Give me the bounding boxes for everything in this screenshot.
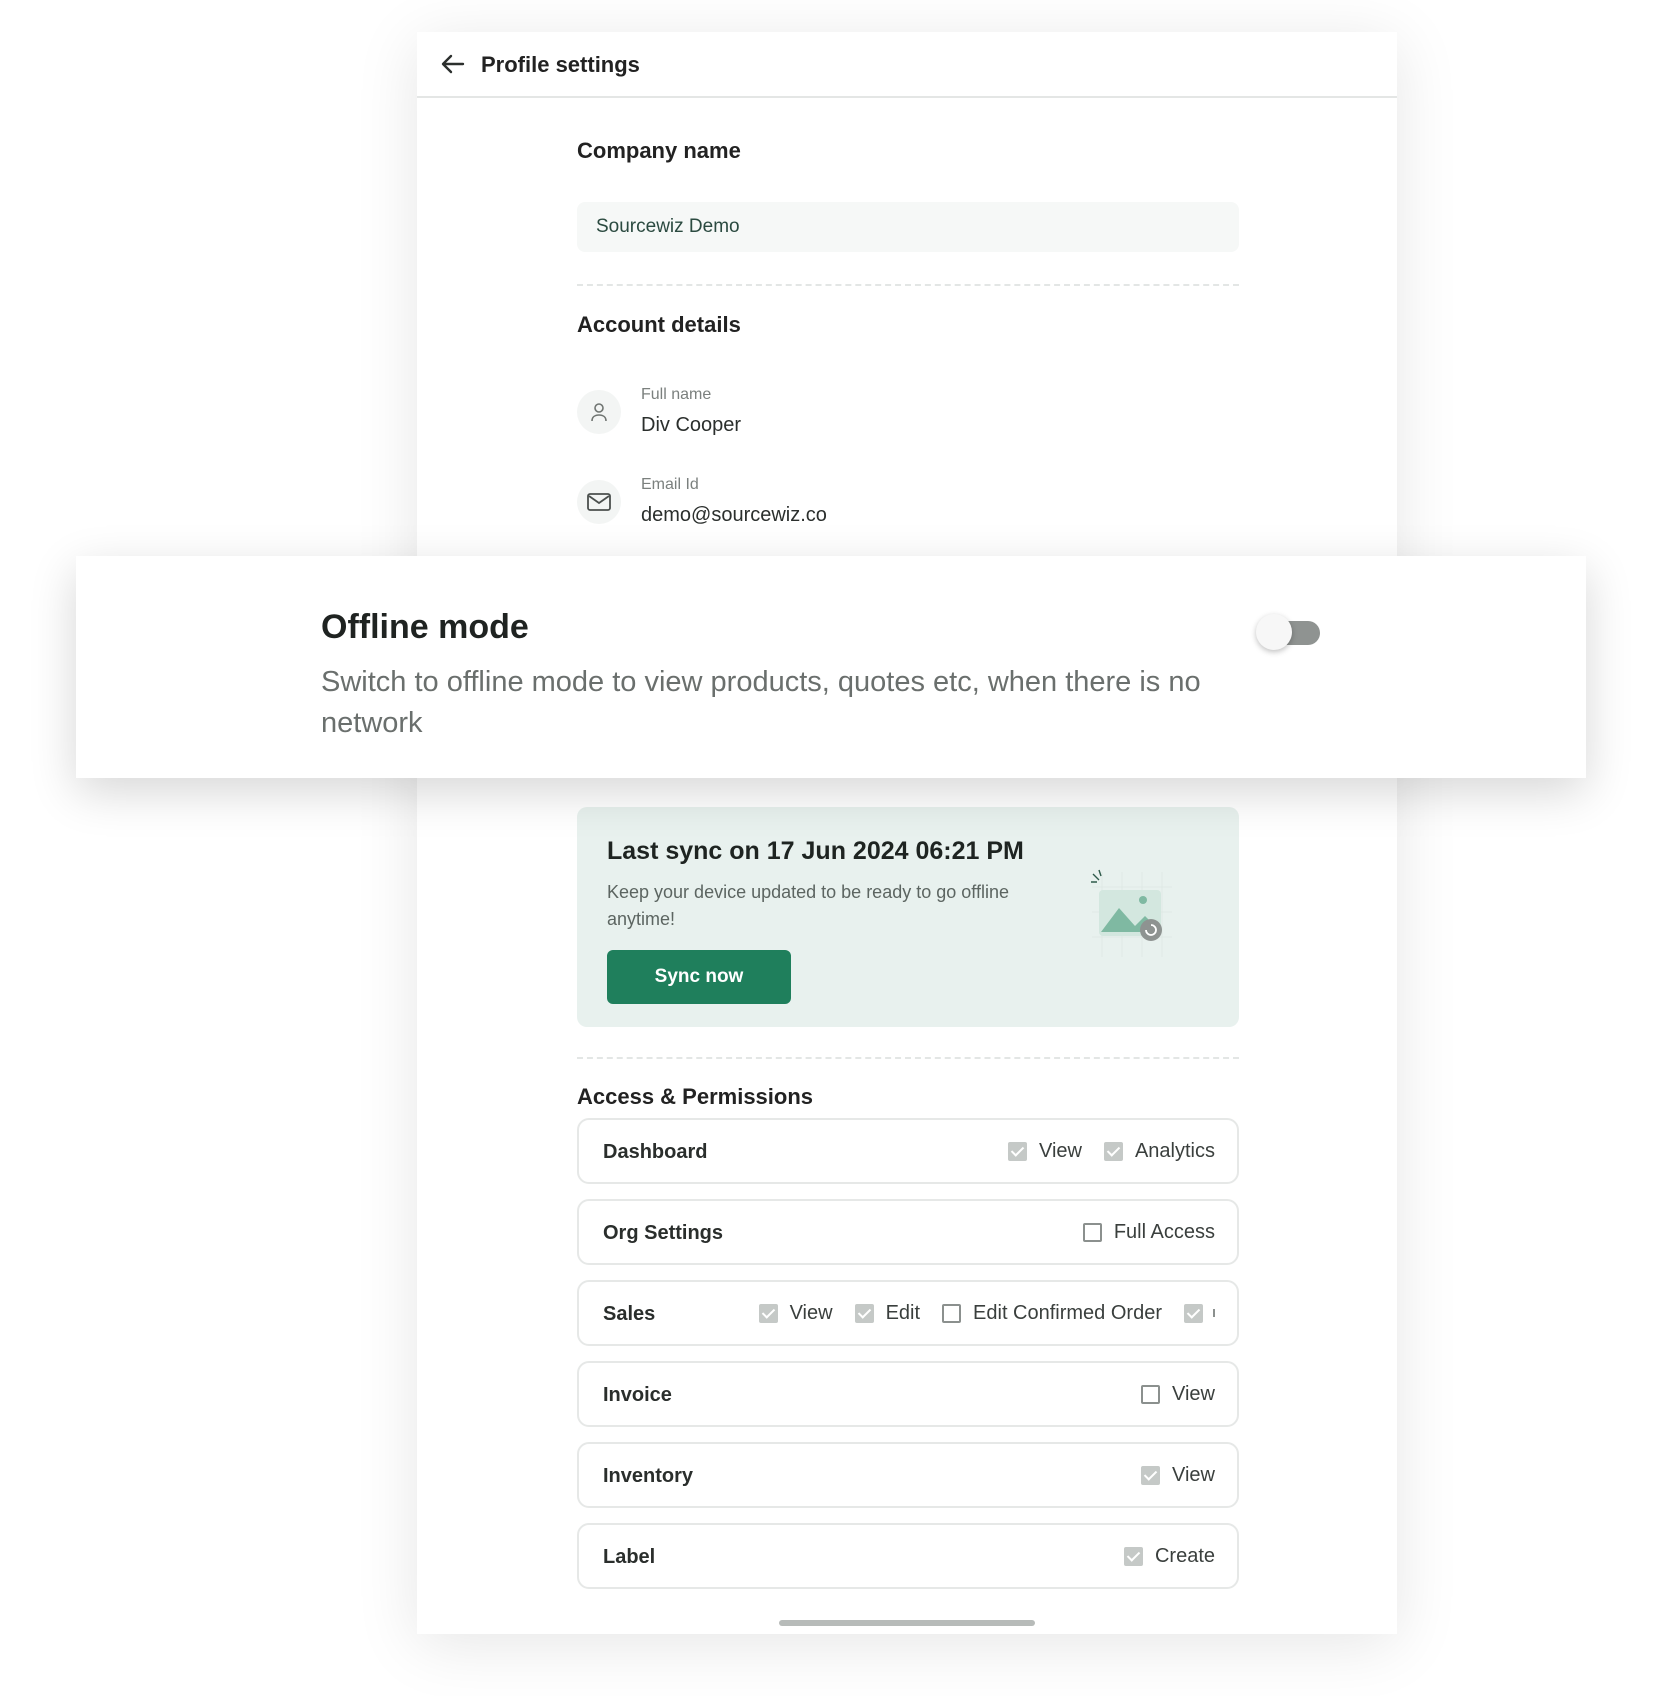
checkbox-checked-icon[interactable] [1103, 1141, 1123, 1161]
option-label: Analytics [1134, 1139, 1215, 1162]
permission-name: Invoice [603, 1384, 672, 1406]
permission-option[interactable]: Edit [854, 1301, 921, 1325]
permission-row-label: Label Create [577, 1523, 1239, 1589]
permission-option[interactable]: Edit Confirmed Order [942, 1302, 1162, 1325]
permission-option[interactable]: View [758, 1301, 833, 1325]
option-label: View [1038, 1139, 1082, 1162]
option-label: View [1172, 1463, 1215, 1486]
email-row: Email Id demo@sourcewiz.co [577, 476, 1177, 536]
user-icon [577, 390, 621, 434]
checkbox-checked-icon[interactable] [1123, 1546, 1143, 1566]
checkbox-checked-icon[interactable] [1141, 1465, 1160, 1485]
checkbox-checked-icon[interactable] [1184, 1303, 1203, 1323]
permission-option[interactable]: View [1141, 1383, 1215, 1406]
option-label: View [1172, 1382, 1215, 1405]
mail-icon [577, 480, 621, 524]
checkbox-unchecked-icon[interactable] [1141, 1384, 1160, 1404]
divider [577, 1057, 1239, 1059]
sync-card: Last sync on 17 Jun 2024 06:21 PM Keep y… [577, 807, 1239, 1027]
permission-option[interactable]: Analytics [1103, 1139, 1215, 1163]
account-section-title: Account details [577, 312, 741, 337]
offline-mode-description: Switch to offline mode to view products,… [321, 666, 1201, 739]
toggle-knob[interactable] [1256, 614, 1292, 650]
permissions-section-title: Access & Permissions [577, 1084, 814, 1109]
permission-name: Sales [603, 1303, 656, 1325]
full-name-label: Full name [641, 386, 712, 403]
checkbox-unchecked-icon[interactable] [942, 1303, 962, 1323]
permission-name: Dashboard [603, 1141, 708, 1163]
option-label: Edit Confirmed Order [973, 1301, 1162, 1324]
checkbox-checked-icon[interactable] [758, 1303, 778, 1323]
offline-mode-toggle[interactable] [1256, 614, 1322, 650]
checkbox-checked-icon[interactable] [854, 1303, 874, 1323]
sync-now-button[interactable]: Sync now [607, 950, 791, 1004]
permission-option[interactable]: Create [1123, 1544, 1215, 1568]
permission-row-org-settings: Org Settings Full Access [577, 1199, 1239, 1265]
page-title: Profile settings [481, 52, 640, 77]
full-name-row: Full name Div Cooper [577, 386, 1177, 446]
permission-option[interactable]: Full Access [1082, 1220, 1215, 1244]
top-bar: Profile settings [417, 32, 1397, 98]
email-label: Email Id [641, 476, 699, 493]
option-label: Full Access [1113, 1220, 1215, 1243]
offline-mode-title: Offline mode [321, 608, 529, 646]
arrow-left-icon[interactable] [437, 48, 469, 80]
home-indicator [779, 1620, 1035, 1626]
email-value: demo@sourcewiz.co [641, 504, 827, 526]
profile-settings-card: Profile settings Company name Account de… [417, 32, 1397, 1634]
option-label: View [789, 1301, 833, 1324]
checkbox-checked-icon[interactable] [1007, 1141, 1027, 1161]
last-sync-title: Last sync on 17 Jun 2024 06:21 PM [607, 837, 1024, 865]
sync-subtitle: Keep your device updated to be ready to … [607, 882, 1009, 929]
full-name-value: Div Cooper [641, 414, 742, 436]
option-label: Edit [885, 1301, 921, 1324]
permission-option[interactable]: View [1007, 1139, 1082, 1163]
permission-row-sales: Sales View Edit Edit Confirmed Order [577, 1280, 1239, 1346]
offline-mode-panel: Offline mode Switch to offline mode to v… [76, 556, 1586, 778]
company-section-title: Company name [577, 138, 741, 163]
permission-option-truncated[interactable] [1184, 1303, 1215, 1323]
permission-row-dashboard: Dashboard View Analytics [577, 1118, 1239, 1184]
company-name-input[interactable] [577, 202, 1239, 252]
permission-row-invoice: Invoice View [577, 1361, 1239, 1427]
permission-row-inventory: Inventory View [577, 1442, 1239, 1508]
permission-option[interactable]: View [1141, 1464, 1215, 1487]
divider [577, 284, 1239, 286]
permission-name: Org Settings [603, 1222, 724, 1244]
offline-sync-illustration-icon [1087, 862, 1177, 962]
checkbox-unchecked-icon[interactable] [1082, 1222, 1102, 1242]
option-label: Create [1154, 1544, 1215, 1567]
permission-name: Inventory [603, 1465, 694, 1487]
truncated-label [1213, 1309, 1215, 1317]
permission-name: Label [603, 1546, 656, 1568]
